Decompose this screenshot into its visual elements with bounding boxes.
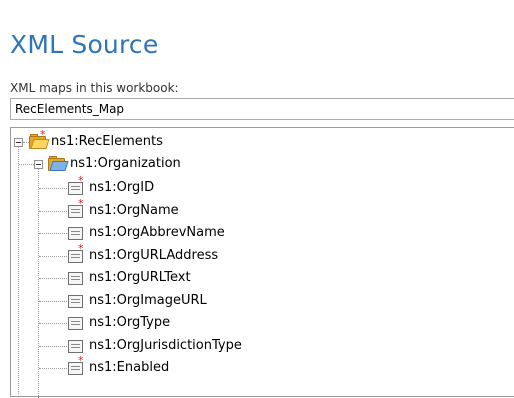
tree-item-label: ns1:Organization [70, 156, 181, 171]
tree-connector-line [38, 166, 39, 398]
required-star-icon: * [78, 242, 84, 255]
element-required-icon: * [68, 243, 84, 263]
tree-connector-line [39, 188, 67, 189]
xml-source-pane: XML Source XML maps in this workbook: Re… [0, 0, 514, 398]
element-icon [68, 295, 83, 308]
tree-item-label: ns1:OrgID [89, 180, 155, 195]
tree-connector-line [39, 233, 67, 234]
required-star-icon: * [78, 174, 84, 187]
element-required-icon: * [68, 355, 84, 375]
element-icon [68, 340, 83, 353]
required-star-icon: * [78, 354, 84, 367]
tree-item-label: ns1:RecElements [51, 134, 163, 149]
tree-connector-line [39, 368, 67, 369]
tree-connector-line [18, 144, 19, 394]
folder-repeating-icon [48, 156, 69, 171]
pane-title: XML Source [10, 30, 159, 59]
tree-connector-line [19, 164, 34, 165]
tree-connector-line [39, 323, 67, 324]
tree-item-label: ns1:OrgName [89, 203, 179, 218]
element-icon [68, 272, 83, 285]
collapse-organization-toggle[interactable] [34, 160, 43, 169]
tree-connector-line [39, 301, 67, 302]
tree-item-label: ns1:OrgURLText [89, 270, 191, 285]
xml-maps-label: XML maps in this workbook: [10, 81, 179, 95]
element-icon [68, 227, 83, 240]
tree-connector-line [39, 278, 67, 279]
xml-map-dropdown[interactable]: RecElements_Map [10, 98, 514, 120]
tree-connector-line [39, 211, 67, 212]
tree-connector-line [39, 346, 67, 347]
tree-item-label: ns1:OrgJurisdictionType [89, 338, 242, 353]
element-required-icon: * [68, 198, 84, 218]
required-star-icon: * [78, 197, 84, 210]
xml-map-tree[interactable]: * ns1:RecElements ns1:Organization * ns1:… [10, 127, 514, 398]
tree-item-label: ns1:OrgURLAddress [89, 248, 219, 263]
tree-item-label: ns1:OrgType [89, 315, 171, 330]
tree-connector-line [39, 256, 67, 257]
element-required-icon: * [68, 175, 84, 195]
collapse-root-toggle[interactable] [14, 138, 23, 147]
folder-required-icon: * [29, 129, 50, 149]
tree-item-label: ns1:OrgImageURL [89, 293, 207, 308]
element-icon [68, 317, 83, 330]
tree-item-label: ns1:Enabled [89, 360, 170, 375]
tree-item-label: ns1:OrgAbbrevName [89, 225, 225, 240]
